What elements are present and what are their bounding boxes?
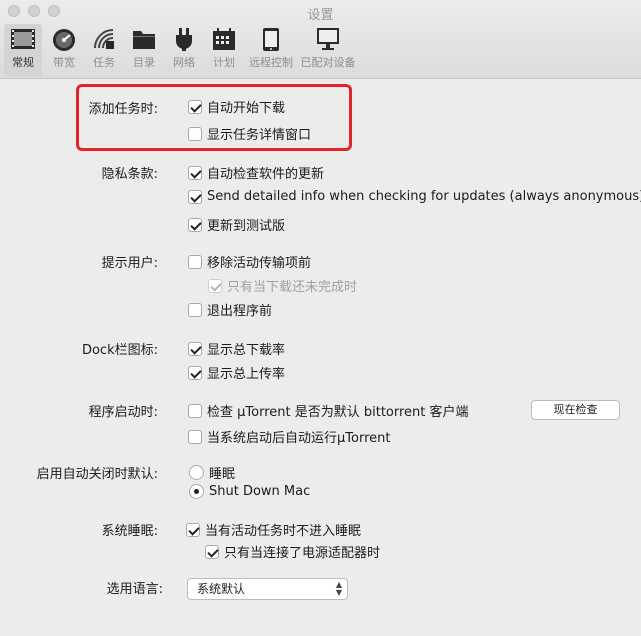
send-detailed-info-text: Send detailed info when checking for upd… (207, 189, 641, 204)
auto-check-updates-option[interactable]: 自动检查软件的更新 (188, 163, 324, 182)
sleep-radio-option[interactable]: 睡眠 (189, 463, 235, 482)
tab-general[interactable]: 常规 (4, 24, 42, 76)
show-upload-rate-checkbox[interactable] (188, 365, 202, 380)
tab-tasks-label: 任务 (93, 56, 115, 69)
before-removing-active-option[interactable]: 移除活动传输项前 (188, 252, 311, 271)
tab-paired-devices[interactable]: 已配对设备 (298, 24, 358, 76)
tab-bandwidth[interactable]: 带宽 (46, 24, 82, 76)
check-now-button[interactable]: 现在检查 (531, 400, 620, 420)
title-bar: 设置 常规 带宽 任务 目录 网络 计划 远程控制 已配对设备 (0, 0, 641, 79)
update-to-beta-option[interactable]: 更新到测试版 (188, 215, 285, 234)
torrent-logo-icon (94, 29, 114, 49)
show-download-rate-option[interactable]: 显示总下载率 (188, 339, 285, 358)
auto-check-updates-checkbox[interactable] (188, 165, 202, 180)
update-to-beta-checkbox[interactable] (188, 217, 202, 232)
check-default-client-checkbox[interactable] (188, 403, 202, 418)
prevent-sleep-checkbox[interactable] (186, 522, 200, 537)
tab-remote-label: 远程控制 (249, 56, 293, 69)
only-incomplete-download-checkbox (208, 278, 222, 293)
prevent-sleep-text: 当有活动任务时不进入睡眠 (205, 524, 362, 539)
before-removing-active-text: 移除活动传输项前 (207, 256, 312, 271)
launch-at-login-text: 当系统启动后自动运行µTorrent (207, 431, 391, 446)
tab-general-label: 常规 (12, 56, 34, 69)
plug-icon (176, 28, 192, 51)
show-download-rate-text: 显示总下载率 (207, 343, 286, 358)
launch-at-login-option[interactable]: 当系统启动后自动运行µTorrent (188, 427, 390, 446)
before-quit-checkbox[interactable] (188, 302, 202, 317)
select-arrows-icon: ▲ ▼ (335, 580, 342, 597)
tab-paired-devices-label: 已配对设备 (300, 56, 356, 69)
speedometer-icon (53, 29, 75, 51)
show-download-rate-checkbox[interactable] (188, 341, 202, 356)
before-quit-option[interactable]: 退出程序前 (188, 300, 272, 319)
tab-tasks[interactable]: 任务 (86, 24, 122, 76)
calendar-icon (213, 28, 235, 50)
tab-network[interactable]: 网络 (166, 24, 202, 76)
only-incomplete-download-option: 只有当下载还未完成时 (208, 276, 357, 295)
folder-icon (133, 31, 155, 49)
highlight-annotation (76, 84, 352, 151)
privacy-label: 隐私条款: (101, 167, 158, 182)
tab-schedule-label: 计划 (213, 56, 235, 69)
preferences-window: 设置 常规 带宽 任务 目录 网络 计划 远程控制 已配对设备 添加任务时: 自… (0, 0, 641, 636)
before-removing-active-checkbox[interactable] (188, 254, 202, 269)
tablet-icon (263, 28, 279, 51)
show-upload-rate-text: 显示总上传率 (207, 367, 286, 382)
shut-down-mac-radio[interactable] (189, 484, 204, 499)
language-select[interactable]: 系统默认 ▲ ▼ (187, 578, 348, 600)
language-label: 选用语言: (106, 582, 163, 597)
window-title: 设置 (307, 8, 334, 23)
show-upload-rate-option[interactable]: 显示总上传率 (188, 363, 285, 382)
film-icon (11, 29, 35, 49)
auto-shutdown-label: 启用自动关闭时默认: (36, 467, 158, 482)
tab-directories-label: 目录 (133, 56, 155, 69)
before-quit-text: 退出程序前 (207, 304, 273, 319)
system-sleep-label: 系统睡眠: (101, 524, 158, 539)
shut-down-mac-radio-text: Shut Down Mac (209, 484, 311, 499)
only-on-power-adapter-text: 只有当连接了电源适配器时 (224, 546, 381, 561)
check-default-client-text: 检查 µTorrent 是否为默认 bittorrent 客户端 (207, 405, 469, 420)
check-default-client-option[interactable]: 检查 µTorrent 是否为默认 bittorrent 客户端 (188, 401, 469, 420)
notify-user-label: 提示用户: (101, 256, 158, 271)
sleep-radio[interactable] (189, 465, 204, 480)
tab-remote[interactable]: 远程控制 (246, 24, 296, 76)
only-on-power-adapter-option[interactable]: 只有当连接了电源适配器时 (205, 542, 380, 561)
update-to-beta-text: 更新到测试版 (207, 219, 286, 234)
shut-down-mac-radio-option[interactable]: Shut Down Mac (189, 484, 310, 499)
language-select-value: 系统默认 (197, 582, 246, 596)
tab-schedule[interactable]: 计划 (206, 24, 242, 76)
send-detailed-info-option[interactable]: Send detailed info when checking for upd… (188, 189, 641, 204)
only-on-power-adapter-checkbox[interactable] (205, 544, 219, 559)
auto-check-updates-text: 自动检查软件的更新 (207, 167, 325, 182)
tab-network-label: 网络 (173, 56, 195, 69)
startup-label: 程序启动时: (88, 405, 158, 420)
only-incomplete-download-text: 只有当下载还未完成时 (227, 280, 358, 295)
monitor-icon (317, 28, 339, 50)
dock-icon-label: Dock栏图标: (81, 343, 158, 358)
prevent-sleep-option[interactable]: 当有活动任务时不进入睡眠 (186, 520, 361, 539)
sleep-radio-text: 睡眠 (209, 467, 236, 482)
tab-directories[interactable]: 目录 (126, 24, 162, 76)
send-detailed-info-checkbox[interactable] (188, 189, 202, 204)
launch-at-login-checkbox[interactable] (188, 429, 202, 444)
tab-bandwidth-label: 带宽 (53, 56, 75, 69)
